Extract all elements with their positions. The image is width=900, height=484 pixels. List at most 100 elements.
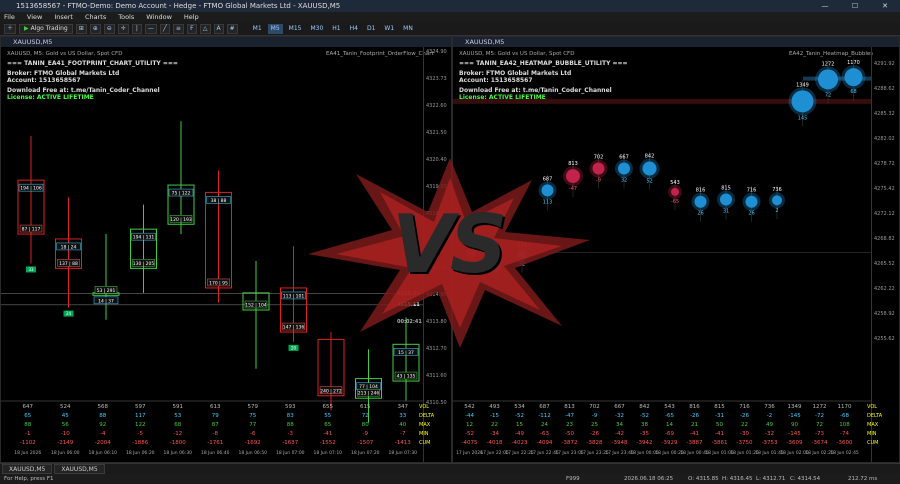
tf-mn[interactable]: MN bbox=[400, 24, 416, 34]
tf-m5[interactable]: M5 bbox=[267, 23, 283, 34]
trendline-icon[interactable]: ╱ bbox=[159, 23, 170, 34]
table-cell: -42 bbox=[615, 431, 624, 437]
volume-bubble bbox=[518, 250, 526, 259]
fibo-icon[interactable]: F bbox=[186, 23, 197, 34]
heatmap-chart-canvas[interactable]: 542 -44 493 15 534 52 687 113 813 -47 702 -9 667 32 84… bbox=[453, 47, 871, 463]
table-cell: 40 bbox=[399, 422, 407, 428]
table-cell: 568 bbox=[97, 404, 109, 410]
tf-h1[interactable]: H1 bbox=[329, 24, 343, 34]
tf-m1[interactable]: M1 bbox=[250, 24, 265, 34]
menu-tools[interactable]: Tools bbox=[118, 13, 134, 21]
algo-trading-button[interactable]: ▶ Algo Trading bbox=[19, 23, 73, 34]
table-cell: 65 bbox=[24, 413, 32, 419]
right-ea-name: EA42_Tanin_Heatmap_Bubbles bbox=[789, 51, 874, 57]
bubble-volume-label: 534 bbox=[517, 243, 527, 249]
right-price-axis[interactable]: 4291.92 4288.62 4285.32 4282.02 4278.72 4275.… bbox=[871, 47, 899, 462]
volume-bubble bbox=[566, 169, 580, 184]
footprint-label: 53 | 291 bbox=[97, 288, 116, 294]
status-datetime: 2026.06.18 06:25 bbox=[624, 476, 674, 482]
table-cell: -3750 bbox=[736, 440, 753, 446]
text-icon[interactable]: A bbox=[213, 23, 224, 34]
footprint-chart-window[interactable]: XAUUSD,M5 194 | 106 87 | 117 33 18 | 24 137 … bbox=[0, 36, 452, 463]
price-tick: 4291.92 bbox=[874, 61, 895, 67]
left-price-axis[interactable]: 4324.90 4323.73 4322.60 4321.50 4320.40 4319.… bbox=[423, 47, 451, 462]
bubble-delta-label: 52 bbox=[519, 262, 525, 268]
table-cell: 83 bbox=[286, 413, 294, 419]
maximize-button[interactable]: ☐ bbox=[840, 0, 870, 12]
table-cell: -2004 bbox=[94, 440, 111, 446]
table-row-label: DELTA bbox=[419, 413, 435, 419]
grid-icon[interactable]: # bbox=[226, 23, 238, 34]
price-tick: 4324.90 bbox=[426, 49, 447, 55]
price-tick: 4265.52 bbox=[874, 261, 895, 267]
menu-charts[interactable]: Charts bbox=[85, 13, 106, 21]
table-cell: 45 bbox=[61, 413, 69, 419]
table-cell: -26 bbox=[690, 413, 699, 419]
vertical-line-icon[interactable]: | bbox=[131, 23, 142, 34]
table-cell: -3942 bbox=[636, 440, 653, 446]
bubble-volume-label: 716 bbox=[747, 188, 757, 194]
new-order-icon[interactable]: ⊞ bbox=[75, 23, 87, 34]
volume-bubble bbox=[818, 69, 838, 90]
table-cell: 88 bbox=[286, 422, 294, 428]
price-tick: 4311.60 bbox=[426, 373, 447, 379]
tab-chart-2[interactable]: XAUUSD,M5 bbox=[54, 464, 105, 474]
status-close: C: 4314.54 bbox=[790, 476, 821, 482]
footprint-chart-canvas[interactable]: 194 | 106 87 | 117 33 18 | 24 137 | 88 24 14 |… bbox=[1, 47, 423, 463]
tf-d1[interactable]: D1 bbox=[364, 24, 378, 34]
tf-m15[interactable]: M15 bbox=[286, 24, 305, 34]
table-cell: 50 bbox=[716, 422, 723, 428]
minimize-button[interactable]: — bbox=[810, 0, 840, 12]
toolbar: ＋ ▶ Algo Trading ⊞ ⊕ ⊖ ✛ | — ╱ ≡ F △ A #… bbox=[0, 22, 900, 36]
bubble-volume-label: 815 bbox=[721, 185, 731, 191]
volume-marker-label: 33 bbox=[28, 267, 34, 272]
table-row-label: VOL bbox=[867, 404, 878, 410]
footprint-label: 194 | 131 bbox=[133, 235, 155, 241]
volume-bubble bbox=[466, 247, 476, 258]
table-cell: -3872 bbox=[561, 440, 578, 446]
horizontal-line-icon[interactable]: — bbox=[144, 23, 157, 34]
footprint-label: 137 | 88 bbox=[59, 261, 78, 267]
volume-bubble bbox=[492, 263, 501, 272]
volume-bubble bbox=[745, 195, 758, 208]
table-row-label: MAX bbox=[419, 422, 431, 428]
shapes-icon[interactable]: △ bbox=[199, 23, 211, 34]
table-cell: -3753 bbox=[761, 440, 778, 446]
bubble-delta-label: 15 bbox=[493, 274, 499, 280]
footprint-label: 213 | 246 bbox=[358, 391, 380, 397]
price-tick: 4275.42 bbox=[874, 186, 895, 192]
menu-view[interactable]: View bbox=[27, 13, 42, 21]
table-cell: 613 bbox=[210, 404, 221, 410]
close-button[interactable]: ✕ bbox=[870, 0, 900, 12]
table-cell: -41 bbox=[323, 431, 333, 437]
zoom-out-icon[interactable]: ⊖ bbox=[103, 23, 115, 34]
table-row-label: CUM bbox=[419, 440, 431, 446]
heatmap-chart-window[interactable]: XAUUSD,M5 542 -44 493 15 534 52 687 113 813 -47 70… bbox=[452, 36, 900, 463]
menu-window[interactable]: Window bbox=[146, 13, 172, 21]
price-tick: 4255.62 bbox=[874, 336, 895, 342]
zoom-in-icon[interactable]: ⊕ bbox=[89, 23, 101, 34]
table-cell: 33 bbox=[399, 413, 407, 419]
new-chart-icon[interactable]: ＋ bbox=[4, 23, 17, 34]
tab-chart-1[interactable]: XAUUSD,M5 bbox=[2, 464, 53, 474]
price-tick: 4321.50 bbox=[426, 130, 447, 136]
tf-h4[interactable]: H4 bbox=[347, 24, 361, 34]
channel-icon[interactable]: ≡ bbox=[172, 23, 184, 34]
table-cell: -10 bbox=[60, 431, 70, 437]
status-bar: For Help, press F1 F999 2026.06.18 06:25… bbox=[0, 474, 900, 484]
table-cell: 22 bbox=[741, 422, 748, 428]
price-tick: 4310.50 bbox=[426, 400, 447, 406]
footprint-label: 113 | 101 bbox=[283, 293, 305, 299]
menu-file[interactable]: File bbox=[4, 13, 15, 21]
tf-m30[interactable]: M30 bbox=[307, 24, 326, 34]
menu-help[interactable]: Help bbox=[184, 13, 199, 21]
crosshair-icon[interactable]: ✛ bbox=[117, 23, 129, 34]
table-cell: -145 bbox=[788, 431, 801, 437]
tf-w1[interactable]: W1 bbox=[381, 24, 397, 34]
table-cell: -30 bbox=[740, 431, 749, 437]
table-cell: 815 bbox=[714, 404, 725, 410]
table-cell: 117 bbox=[135, 413, 146, 419]
menu-insert[interactable]: Insert bbox=[54, 13, 73, 21]
table-cell: -8 bbox=[212, 431, 218, 437]
price-tag-cur2: 4315.11 bbox=[397, 301, 420, 308]
